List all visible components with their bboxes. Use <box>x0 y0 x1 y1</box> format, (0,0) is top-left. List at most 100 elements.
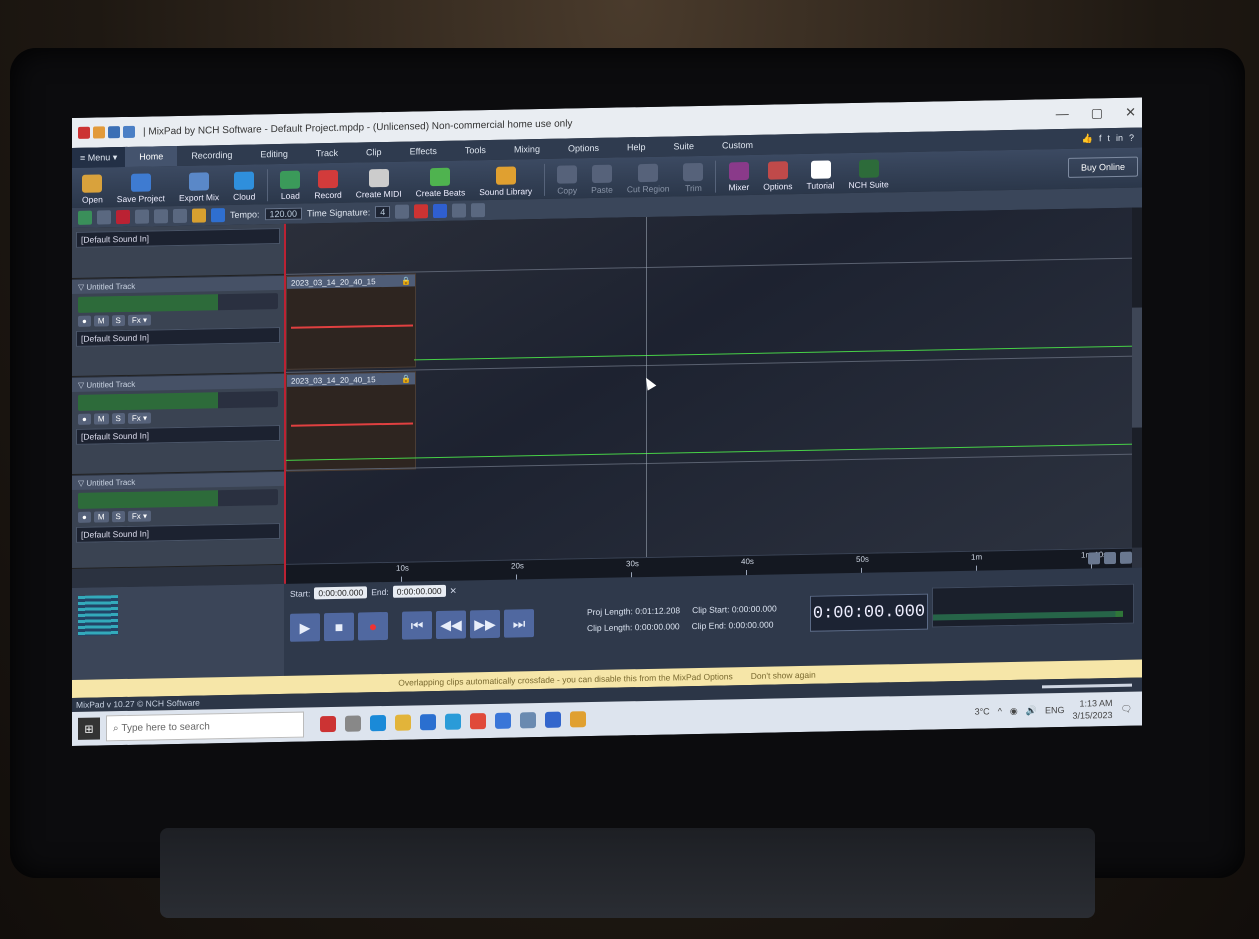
buy-online-button[interactable]: Buy Online <box>1067 156 1138 178</box>
chevron-up-icon[interactable]: ^ <box>998 706 1002 716</box>
tempo-input[interactable]: 120.00 <box>264 207 303 221</box>
paste-button[interactable]: Paste <box>585 164 619 195</box>
end-input[interactable]: 0:00:00.000 <box>392 584 446 598</box>
delete-track-icon[interactable] <box>116 209 130 225</box>
tab-custom[interactable]: Custom <box>708 135 767 156</box>
help-icon[interactable]: ? <box>1129 133 1134 143</box>
open-button[interactable]: Open <box>76 174 109 205</box>
minimize-button[interactable]: — <box>1056 106 1069 122</box>
notification-icon[interactable]: 🗨 <box>1121 703 1132 714</box>
linkedin-icon[interactable]: in <box>1116 133 1123 143</box>
timeline[interactable]: 2023_03_14_20_40_15 🔒 2023_03_14_20_40_15… <box>286 207 1142 584</box>
tab-clip[interactable]: Clip <box>352 142 396 163</box>
save-icon[interactable] <box>108 126 120 139</box>
language-text[interactable]: ENG <box>1045 705 1065 715</box>
volume-slider[interactable] <box>78 489 278 509</box>
input-select[interactable]: [Default Sound In] <box>76 523 280 543</box>
twitter-icon[interactable]: t <box>1107 133 1110 143</box>
cut-region-button[interactable]: Cut Region <box>621 163 676 194</box>
grid-icon[interactable] <box>211 208 225 223</box>
time-signature-select[interactable]: 4 <box>375 205 391 219</box>
trim-button[interactable]: Trim <box>677 162 709 194</box>
fx-button[interactable]: Fx ▾ <box>127 314 151 326</box>
stop-button[interactable]: ■ <box>324 612 354 642</box>
copy-button[interactable]: Copy <box>551 165 583 196</box>
load-button[interactable]: Load <box>274 170 306 201</box>
like-icon[interactable]: 👍 <box>1082 133 1093 144</box>
tab-recording[interactable]: Recording <box>177 145 246 166</box>
solo-button[interactable]: S <box>111 510 125 523</box>
windows-start-icon[interactable]: ⊞ <box>78 717 100 740</box>
track-name[interactable]: ▽ Untitled Track <box>72 471 284 490</box>
tab-track[interactable]: Track <box>302 143 352 164</box>
close-button[interactable]: ✕ <box>1125 105 1136 121</box>
record-button[interactable]: Record <box>308 169 347 201</box>
fast-forward-button[interactable]: ▶▶ <box>470 609 500 639</box>
lock-icon[interactable]: 🔒 <box>401 276 411 285</box>
chrome-icon[interactable] <box>470 713 486 730</box>
tab-home[interactable]: Home <box>125 145 178 167</box>
maximize-button[interactable]: ▢ <box>1091 105 1103 121</box>
cut-tool-icon[interactable] <box>135 209 149 224</box>
snap-icon[interactable] <box>173 208 187 224</box>
go-end-button[interactable]: ⏭ <box>504 609 534 638</box>
taskbar-search[interactable]: ⌕ Type here to search <box>106 711 304 742</box>
rewind-button[interactable]: ◀◀ <box>436 610 466 640</box>
clear-selection-icon[interactable]: ✕ <box>450 585 457 596</box>
mixer-button[interactable]: Mixer <box>722 162 755 193</box>
tool-icon[interactable] <box>97 210 111 225</box>
options-button[interactable]: Options <box>757 161 798 192</box>
volume-slider[interactable] <box>78 391 278 411</box>
tab-effects[interactable]: Effects <box>396 141 451 162</box>
create-midi-button[interactable]: Create MIDI <box>350 168 408 200</box>
mute-button[interactable]: M <box>93 315 109 327</box>
mute-button[interactable]: M <box>93 511 109 523</box>
input-select[interactable]: [Default Sound In] <box>76 327 280 347</box>
mute-button[interactable]: M <box>93 413 109 425</box>
record-arm-button[interactable]: ● <box>78 413 91 425</box>
vertical-scrollbar[interactable] <box>1132 207 1142 548</box>
open-icon[interactable] <box>93 126 105 139</box>
metronome-icon[interactable] <box>433 203 448 219</box>
loop-icon[interactable] <box>414 204 429 219</box>
photos-icon[interactable] <box>545 711 561 728</box>
store-icon[interactable] <box>420 714 436 731</box>
volume-slider[interactable] <box>78 293 278 313</box>
tab-tools[interactable]: Tools <box>451 140 500 161</box>
tab-suite[interactable]: Suite <box>660 136 709 157</box>
sound-library-button[interactable]: Sound Library <box>473 166 538 197</box>
fx-button[interactable]: Fx ▾ <box>127 510 151 522</box>
dropdown-icon[interactable] <box>395 204 410 219</box>
split-icon[interactable] <box>154 209 168 224</box>
dont-show-link[interactable]: Don't show again <box>751 670 816 681</box>
settings-icon[interactable] <box>192 208 206 223</box>
network-icon[interactable]: ◉ <box>1010 705 1018 716</box>
input-select[interactable]: [Default Sound In] <box>76 228 280 248</box>
app-icon[interactable] <box>320 715 336 733</box>
settings-icon[interactable] <box>570 711 586 728</box>
volume-envelope[interactable] <box>291 422 413 427</box>
volume-envelope[interactable] <box>291 324 413 329</box>
nch-suite-button[interactable]: NCH Suite <box>843 159 895 190</box>
edge-icon[interactable] <box>370 714 386 732</box>
clock[interactable]: 1:13 AM 3/15/2023 <box>1073 697 1113 722</box>
menu-button[interactable]: ≡ Menu ▾ <box>72 146 126 168</box>
save-project-button[interactable]: Save Project <box>111 173 171 204</box>
overview-thumbnail[interactable] <box>72 583 284 680</box>
explorer-icon[interactable] <box>395 714 411 731</box>
volume-icon[interactable]: 🔊 <box>1026 705 1037 716</box>
tab-help[interactable]: Help <box>613 137 660 158</box>
audio-clip[interactable]: 2023_03_14_20_40_15 🔒 <box>286 273 416 370</box>
create-beats-button[interactable]: Create Beats <box>410 167 472 198</box>
record-arm-button[interactable]: ● <box>78 315 91 327</box>
add-track-icon[interactable] <box>78 210 92 225</box>
solo-button[interactable]: S <box>111 412 125 425</box>
arrows-icon[interactable] <box>452 203 467 218</box>
track-name[interactable]: ▽ Untitled Track <box>72 275 284 294</box>
track-name[interactable]: ▽ Untitled Track <box>72 373 284 392</box>
tab-options[interactable]: Options <box>554 138 613 159</box>
move-icon[interactable] <box>471 203 486 218</box>
input-select[interactable]: [Default Sound In] <box>76 425 280 445</box>
tutorial-button[interactable]: Tutorial <box>801 160 841 191</box>
lock-icon[interactable]: 🔒 <box>401 374 411 383</box>
